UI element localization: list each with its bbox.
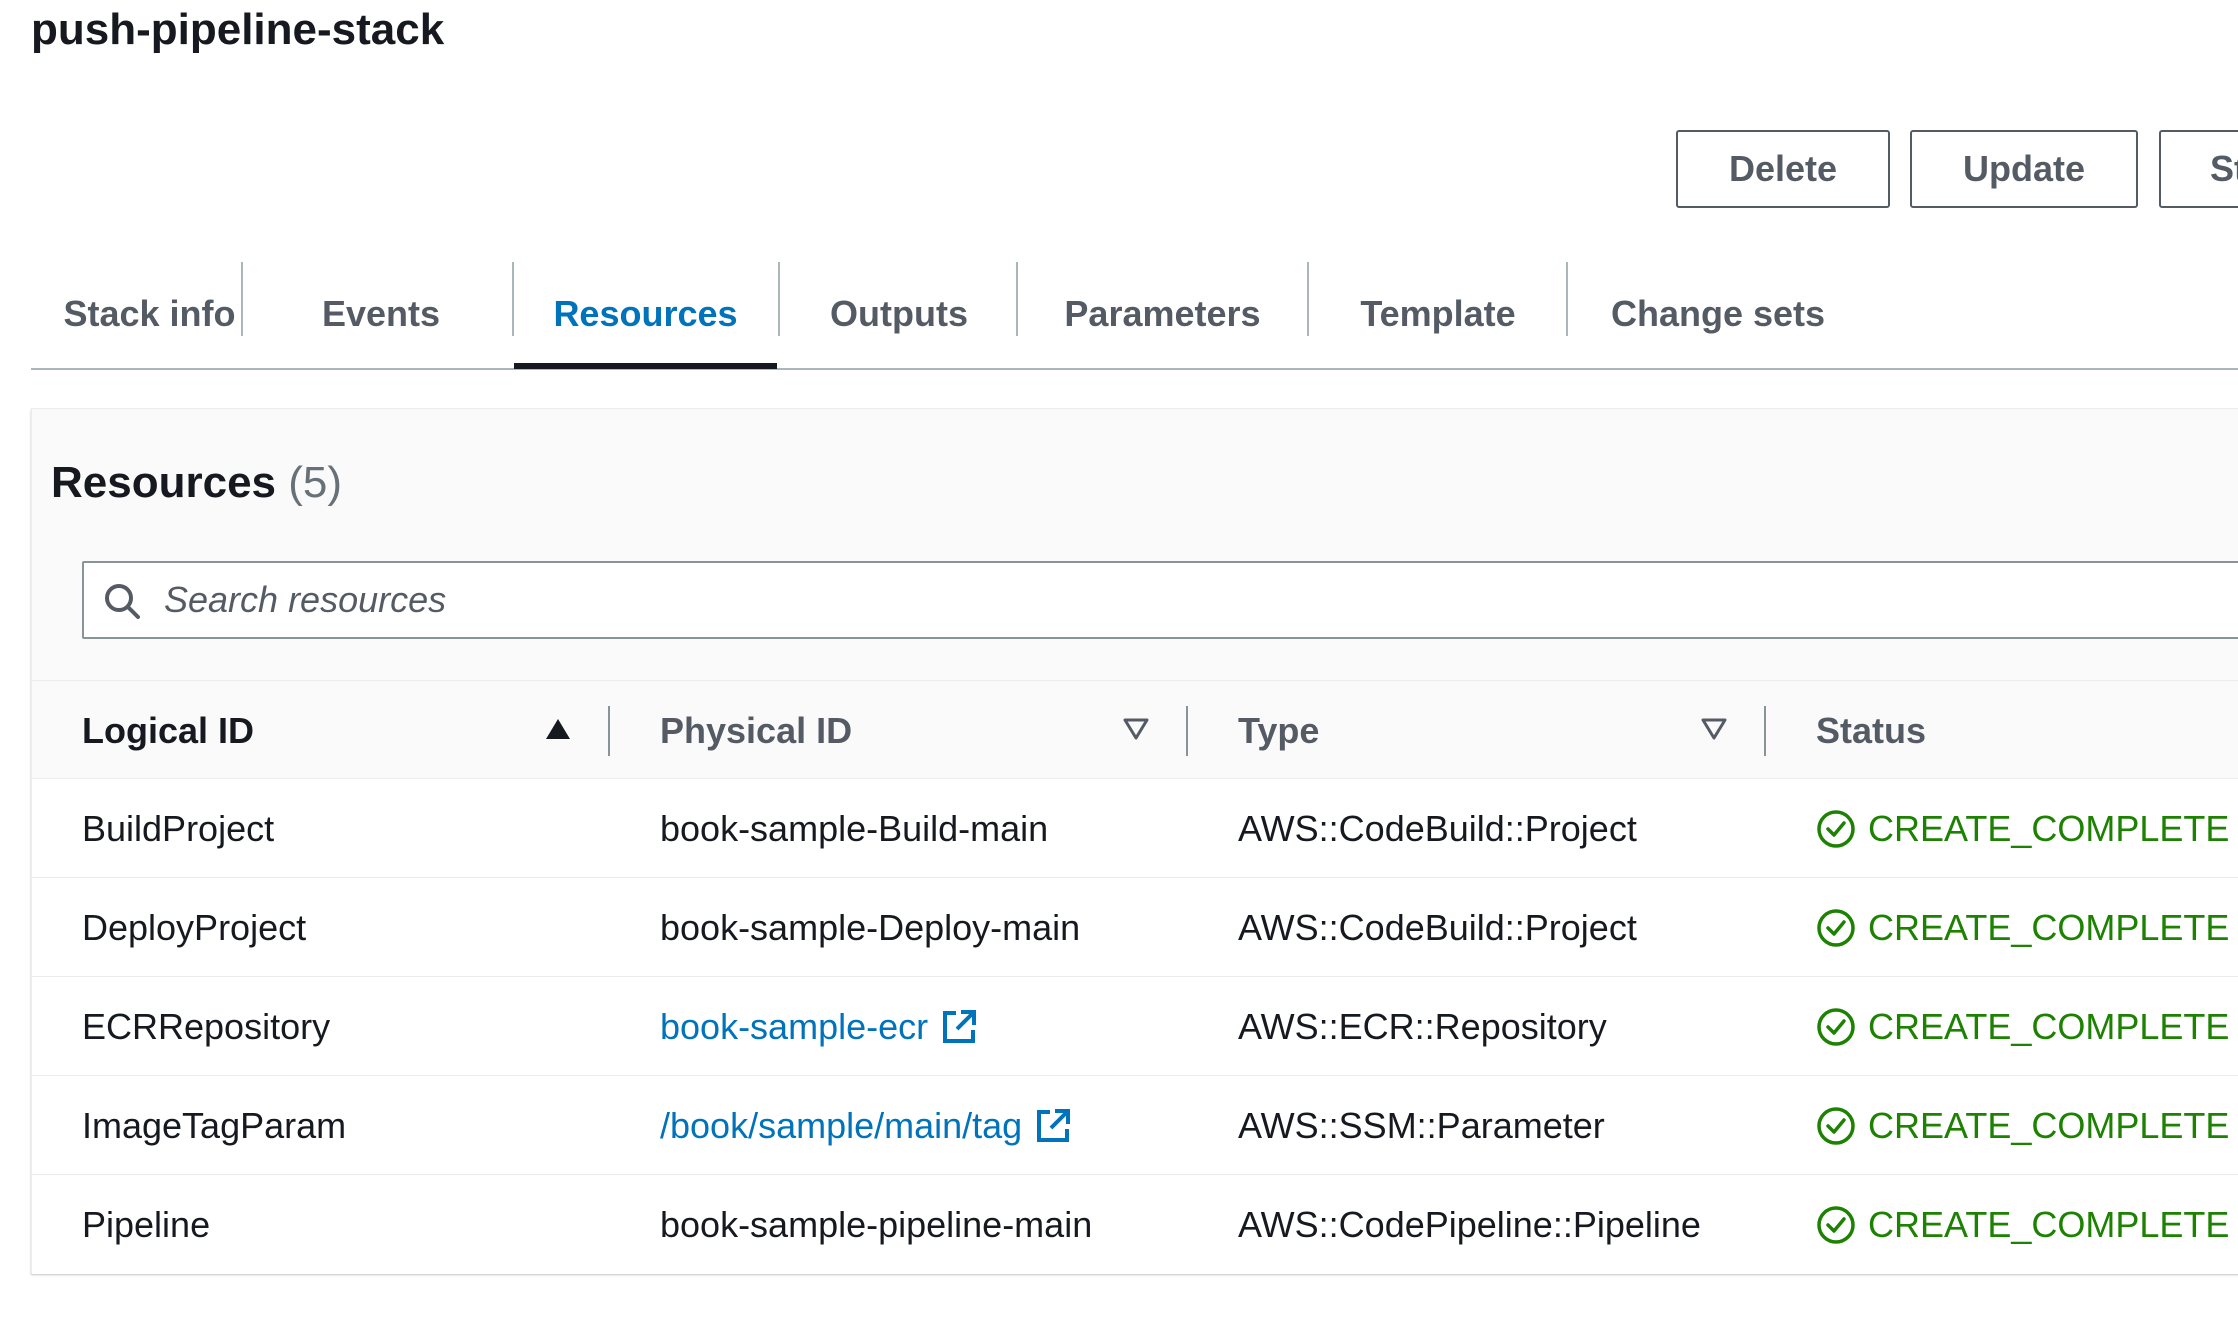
search-input[interactable] (162, 565, 2238, 635)
physical-id-link[interactable]: book-sample-ecr (660, 1006, 928, 1048)
column-header-type[interactable]: Type (1238, 681, 1778, 780)
type-cell: AWS::CodeBuild::Project (1238, 906, 1637, 948)
physical-id-cell: book-sample-Deploy-main (660, 906, 1081, 948)
tab-template[interactable]: Template (1309, 258, 1567, 370)
column-resizer[interactable] (1186, 706, 1188, 756)
page-title: push-pipeline-stack (31, 5, 445, 54)
tab-outputs[interactable]: Outputs (780, 258, 1018, 370)
table-row[interactable]: DeployProject book-sample-Deploy-main AW… (32, 878, 2238, 977)
tab-resources[interactable]: Resources (514, 258, 777, 370)
column-header-physical-id[interactable]: Physical ID (660, 681, 1200, 780)
table-row[interactable]: BuildProject book-sample-Build-main AWS:… (32, 779, 2238, 878)
status-cell: CREATE_COMPLETE (1816, 878, 2229, 977)
logical-id-cell: ImageTagParam (82, 1104, 347, 1146)
column-header-status[interactable]: Status (1816, 681, 2238, 780)
status-cell: CREATE_COMPLETE (1816, 1175, 2229, 1274)
table-row[interactable]: ImageTagParam /book/sample/main/tag AWS:… (32, 1076, 2238, 1175)
check-circle-icon (1817, 908, 1855, 947)
column-label: Type (1238, 709, 1320, 751)
status-cell: CREATE_COMPLETE (1816, 1076, 2229, 1175)
physical-id-cell: book-sample-ecr (660, 977, 978, 1076)
external-link-icon[interactable] (1034, 1107, 1072, 1145)
resources-count: (5) (288, 458, 343, 507)
type-cell: AWS::CodePipeline::Pipeline (1238, 1203, 1701, 1245)
tab-change-sets[interactable]: Change sets (1568, 258, 1868, 370)
column-label: Logical ID (82, 709, 255, 751)
check-circle-icon (1817, 809, 1855, 848)
physical-id-cell: book-sample-pipeline-main (660, 1203, 1093, 1245)
type-cell: AWS::SSM::Parameter (1238, 1104, 1605, 1146)
physical-id-cell: book-sample-Build-main (660, 807, 1049, 849)
resources-heading: Resources (5) (51, 458, 342, 508)
column-resizer[interactable] (608, 706, 610, 756)
update-button[interactable]: Update (1910, 130, 2138, 208)
table-body: BuildProject book-sample-Build-main AWS:… (32, 779, 2238, 1274)
stack-actions-button[interactable]: St (2159, 130, 2238, 208)
status-text: CREATE_COMPLETE (1868, 807, 2230, 849)
search-icon (105, 584, 140, 619)
status-cell: CREATE_COMPLETE (1816, 977, 2229, 1076)
check-circle-icon (1817, 1205, 1855, 1244)
logical-id-cell: Pipeline (82, 1203, 211, 1245)
check-circle-icon (1817, 1007, 1855, 1046)
delete-button[interactable]: Delete (1676, 130, 1890, 208)
type-cell: AWS::ECR::Repository (1238, 1005, 1607, 1047)
tab-bar: Stack info Events Resources Outputs Para… (31, 258, 2238, 370)
status-cell: CREATE_COMPLETE (1816, 779, 2229, 878)
table-row[interactable]: Pipeline book-sample-pipeline-main AWS::… (32, 1175, 2238, 1274)
check-circle-icon (1817, 1106, 1855, 1145)
physical-id-link[interactable]: /book/sample/main/tag (660, 1105, 1022, 1147)
tab-events[interactable]: Events (243, 258, 519, 370)
logical-id-cell: DeployProject (82, 906, 307, 948)
status-text: CREATE_COMPLETE (1868, 1104, 2230, 1146)
status-text: CREATE_COMPLETE (1868, 1005, 2230, 1047)
tab-stack-info[interactable]: Stack info (49, 258, 250, 370)
status-text: CREATE_COMPLETE (1868, 1203, 2230, 1245)
sort-caret-down-icon[interactable] (1700, 717, 1728, 741)
column-header-logical-id[interactable]: Logical ID (82, 681, 622, 780)
logical-id-cell: BuildProject (82, 807, 275, 849)
column-resizer[interactable] (1764, 706, 1766, 756)
logical-id-cell: ECRRepository (82, 1005, 331, 1047)
type-cell: AWS::CodeBuild::Project (1238, 807, 1637, 849)
sort-ascending-icon[interactable] (544, 717, 572, 741)
column-label: Status (1816, 709, 1927, 751)
resources-heading-text: Resources (51, 458, 277, 507)
search-field[interactable] (82, 561, 2238, 639)
tab-parameters[interactable]: Parameters (1018, 258, 1307, 370)
status-text: CREATE_COMPLETE (1868, 906, 2230, 948)
active-tab-indicator (514, 363, 777, 369)
physical-id-cell: /book/sample/main/tag (660, 1076, 1072, 1175)
table-row[interactable]: ECRRepository book-sample-ecr AWS::ECR::… (32, 977, 2238, 1076)
column-label: Physical ID (660, 709, 853, 751)
table-header: Logical ID Physical ID Type Status (32, 680, 2238, 779)
external-link-icon[interactable] (940, 1008, 978, 1046)
sort-caret-down-icon[interactable] (1122, 717, 1150, 741)
